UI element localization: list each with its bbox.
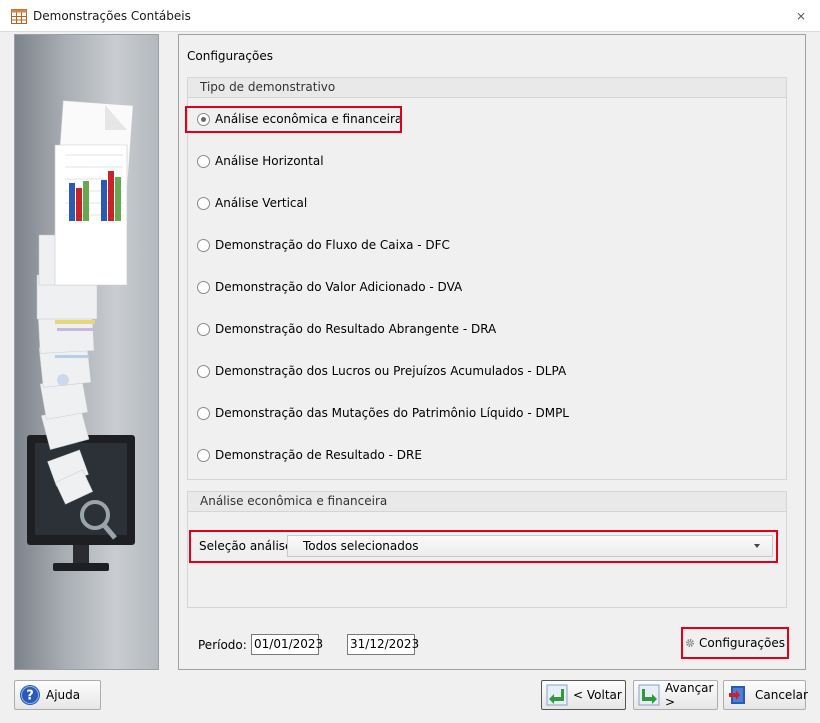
radio-button[interactable] <box>197 322 210 336</box>
back-button-label: < Voltar <box>573 688 622 702</box>
radio-button[interactable] <box>197 406 210 420</box>
cancel-button-label: Cancelar <box>755 688 808 702</box>
tipo-demonstrativo-header-text: Tipo de demonstrativo <box>200 80 336 94</box>
radio-button[interactable] <box>197 196 210 210</box>
window-title: Demonstrações Contábeis <box>33 9 191 23</box>
close-button[interactable]: ⨯ <box>790 6 812 26</box>
radio-label: Análise Vertical <box>215 196 308 210</box>
radio-label: Demonstração do Fluxo de Caixa - DFC <box>215 238 450 252</box>
radio-dmpl[interactable]: Demonstração das Mutações do Patrimônio … <box>197 404 569 422</box>
highlight-selected-option <box>185 106 402 133</box>
back-button[interactable]: < Voltar <box>541 680 626 710</box>
radio-dva[interactable]: Demonstração do Valor Adicionado - DVA <box>197 278 462 296</box>
radio-dlpa[interactable]: Demonstração dos Lucros ou Prejuízos Acu… <box>197 362 566 380</box>
periodo-start-input[interactable]: 01/01/2023 <box>251 634 323 655</box>
spreadsheet-icon <box>11 9 27 24</box>
radio-label: Análise Horizontal <box>215 154 324 168</box>
periodo-end-input[interactable]: 31/12/2023 <box>347 634 419 655</box>
help-icon: ? <box>20 685 40 705</box>
next-button-label: Avançar > <box>665 681 714 709</box>
help-button-label: Ajuda <box>46 688 81 702</box>
radio-label: Demonstração do Resultado Abrangente - D… <box>215 322 497 336</box>
highlight-configuracoes <box>681 627 789 659</box>
radio-button[interactable] <box>197 364 210 378</box>
section-title: Configurações <box>187 49 273 63</box>
radio-button[interactable] <box>197 448 210 462</box>
wizard-illustration <box>14 34 159 670</box>
analise-economica-header: Análise econômica e financeira <box>188 492 786 512</box>
radio-label: Demonstração do Valor Adicionado - DVA <box>215 280 463 294</box>
radio-analise-vertical[interactable]: Análise Vertical <box>197 194 307 212</box>
title-bar: Demonstrações Contábeis ⨯ <box>0 0 820 32</box>
radio-button[interactable] <box>197 154 210 168</box>
periodo-label: Período: <box>198 638 247 652</box>
highlight-selecao-analise <box>189 530 778 563</box>
radio-button[interactable] <box>197 238 210 252</box>
radio-dra[interactable]: Demonstração do Resultado Abrangente - D… <box>197 320 496 338</box>
svg-text:?: ? <box>26 689 34 704</box>
radio-button[interactable] <box>197 280 210 294</box>
cancel-button[interactable]: Cancelar <box>723 680 808 710</box>
exit-door-icon <box>729 686 745 704</box>
document-stack-illustration <box>27 100 135 571</box>
analise-economica-header-text: Análise econômica e financeira <box>200 494 388 508</box>
tipo-demonstrativo-header: Tipo de demonstrativo <box>188 78 786 98</box>
next-button[interactable]: Avançar > <box>633 680 718 710</box>
radio-analise-horizontal[interactable]: Análise Horizontal <box>197 152 324 170</box>
help-button[interactable]: ? Ajuda <box>14 680 101 710</box>
radio-label: Demonstração dos Lucros ou Prejuízos Acu… <box>215 364 567 378</box>
radio-label: Demonstração de Resultado - DRE <box>215 448 422 462</box>
radio-dre[interactable]: Demonstração de Resultado - DRE <box>197 446 422 464</box>
radio-dfc[interactable]: Demonstração do Fluxo de Caixa - DFC <box>197 236 450 254</box>
radio-label: Demonstração das Mutações do Patrimônio … <box>215 406 569 420</box>
next-arrow-icon <box>638 684 660 706</box>
back-arrow-icon <box>546 684 568 706</box>
